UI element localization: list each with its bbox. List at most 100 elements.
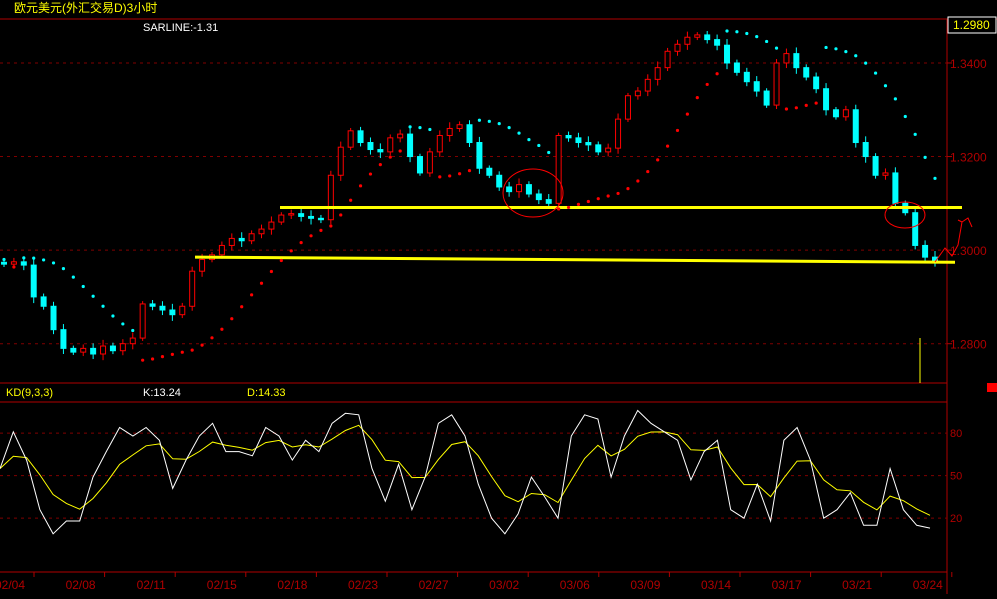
sar-dot [844,50,848,54]
scroll-marker[interactable] [987,383,997,392]
sar-dot [121,322,125,326]
sar-dot [765,39,769,44]
candle-down [486,167,493,176]
sar-dot [190,348,194,352]
sar-dot [250,293,254,297]
candle-up [278,214,285,223]
sar-dot [547,150,551,155]
candle-down [743,71,750,83]
candle-up [199,258,206,272]
candle-up [684,36,691,45]
sar-dot [200,343,204,347]
candle-down [298,213,305,217]
sar-dot [81,284,85,289]
sar-dot [22,256,26,260]
candle-down [159,305,166,311]
chart-title: 欧元美元(外汇交易D)3小时 [14,0,157,15]
sar-dot [329,224,333,228]
sar-dot [51,261,56,265]
sar-dot [477,118,482,122]
candle-down [862,142,869,158]
candle-down [763,90,770,106]
candle-down [308,215,315,219]
candle-down [565,134,572,139]
sar-dot [695,96,699,100]
kd-lines [0,409,931,535]
k-value: K:13.24 [143,387,181,399]
candle-down [407,133,414,158]
candle-down [852,109,859,144]
candle-up [327,174,334,221]
sar-dot [814,101,818,105]
sar-dot [289,249,293,253]
candle-down [377,149,384,153]
sar-dot [527,138,531,142]
candle-down [367,142,374,151]
date-tick-label: 03/17 [772,578,802,592]
candle-down [416,156,423,174]
sar-dot [398,149,402,153]
candle-down [585,142,592,146]
candle-up [139,303,146,339]
candle-down [70,347,77,353]
sar-dot [111,314,115,318]
sar-dot [279,258,283,263]
candle-up [337,146,344,176]
candle-down [357,130,364,144]
sar-dot [180,350,184,354]
sar-dot [299,241,303,245]
candle-up [773,62,780,106]
last-price: 1.2980 [953,18,990,32]
d-value: D:14.33 [247,387,286,399]
candle-down [575,137,582,144]
sar-dot [636,179,640,183]
candle-up [555,134,562,204]
candle-up [605,147,612,153]
candle-down [525,184,532,195]
sar-dot [32,256,36,260]
candle-down [40,296,47,307]
sar-dot [497,121,501,126]
candle-down [109,345,116,352]
price-tick-label: 1.3000 [950,244,987,258]
candle-up [516,184,523,193]
sar-dot [705,82,709,87]
sar-dot [933,176,937,180]
date-tick-label: 02/18 [277,578,307,592]
sar-dot [170,352,174,356]
candle-up [624,95,631,120]
sar-dot [893,97,897,101]
sar-dot [725,29,729,33]
candle-down [595,144,602,153]
sar-dot [457,172,462,176]
sar-dot [824,45,828,50]
candle-up [10,261,17,265]
sar-dot [923,155,927,159]
price-tick-label: 1.3200 [950,151,987,165]
candle-down [872,156,879,176]
candle-up [268,221,275,230]
candle-up [882,172,889,176]
date-tick-label: 03/21 [842,578,872,592]
candle-down [704,34,711,41]
sar-dot [240,305,244,309]
sar-dot [903,114,907,119]
sar-dot [626,187,630,191]
candle-up [634,90,641,97]
candle-down [466,124,473,144]
sar-dot [408,125,412,129]
candle-up [119,343,126,352]
sar-dot [448,174,452,178]
sar-dot [665,144,670,148]
sar-dot [735,30,739,34]
candle-down [892,172,899,204]
sar-dot [873,71,878,75]
candle-up [783,53,790,64]
candle-up [218,244,225,256]
candle-down [803,67,810,78]
candle-up [387,137,394,153]
sar-dot [616,191,620,196]
candle-down [238,237,245,242]
price-tick-label: 1.2800 [950,338,987,352]
sar-dot [596,197,600,201]
